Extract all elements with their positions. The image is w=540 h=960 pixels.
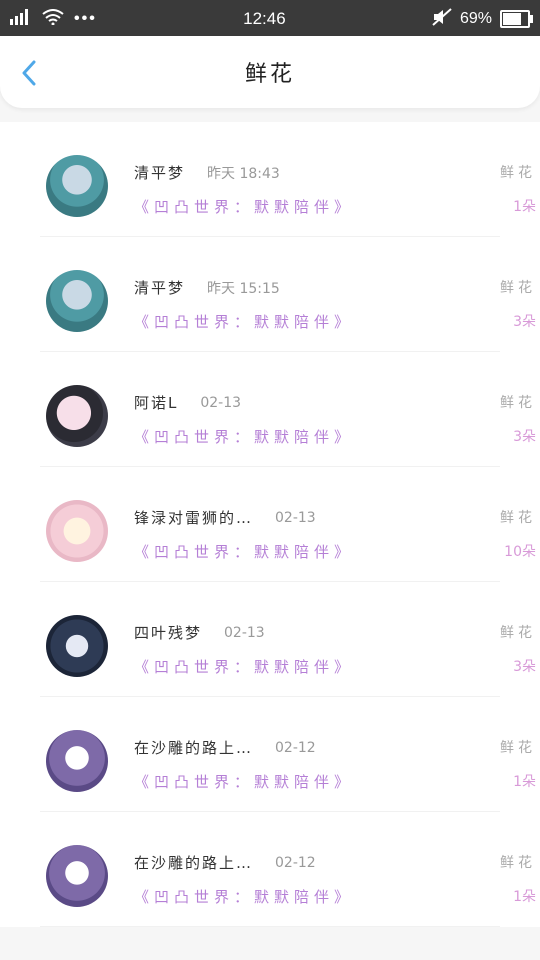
flower-label: 鲜花 <box>500 740 536 756</box>
item-content: 清平梦 昨天 15:15 《凹凸世界：默默陪伴》 <box>134 277 500 332</box>
gift-title[interactable]: 《凹凸世界：默默陪伴》 <box>134 886 500 907</box>
battery-icon <box>499 10 533 28</box>
back-button[interactable] <box>18 60 40 86</box>
signal-icon <box>10 8 32 30</box>
battery-percent: 69% <box>459 10 492 27</box>
flower-count: 10朵 <box>504 544 536 560</box>
item-content: 四叶残梦 02-13 《凹凸世界：默默陪伴》 <box>134 622 500 677</box>
flower-info: 鲜花 3朵 <box>500 622 536 676</box>
flower-count: 3朵 <box>513 659 536 675</box>
gift-title[interactable]: 《凹凸世界：默默陪伴》 <box>134 656 500 677</box>
avatar[interactable] <box>46 615 108 677</box>
chevron-left-icon <box>22 60 36 86</box>
item-content: 锋渌对雷狮的… 02-13 《凹凸世界：默默陪伴》 <box>134 507 500 562</box>
user-name[interactable]: 清平梦 <box>134 162 185 183</box>
mute-icon <box>432 7 452 31</box>
status-left: ••• <box>10 8 97 30</box>
status-bar: ••• 12:46 69% <box>0 0 540 38</box>
timestamp: 02-13 <box>224 624 265 641</box>
status-right: 69% <box>432 7 533 31</box>
flower-label: 鲜花 <box>500 280 536 296</box>
list-item[interactable]: 在沙雕的路上… 02-12 《凹凸世界：默默陪伴》 鲜花 1朵 <box>40 697 536 812</box>
flower-label: 鲜花 <box>500 855 536 871</box>
timestamp: 02-13 <box>275 509 316 526</box>
list-item[interactable]: 在沙雕的路上… 02-12 《凹凸世界：默默陪伴》 鲜花 1朵 <box>40 812 536 927</box>
flower-info: 鲜花 3朵 <box>500 392 536 446</box>
header: 鲜花 <box>0 36 540 108</box>
flower-label: 鲜花 <box>500 165 536 181</box>
timestamp: 昨天 15:15 <box>207 280 280 297</box>
timestamp: 02-12 <box>275 854 316 871</box>
user-name[interactable]: 在沙雕的路上… <box>134 852 253 873</box>
page-title: 鲜花 <box>244 62 295 87</box>
flower-count: 1朵 <box>513 889 536 905</box>
user-name[interactable]: 在沙雕的路上… <box>134 737 253 758</box>
list-item[interactable]: 清平梦 昨天 18:43 《凹凸世界：默默陪伴》 鲜花 1朵 <box>40 122 536 237</box>
user-name[interactable]: 锋渌对雷狮的… <box>134 507 253 528</box>
flower-label: 鲜花 <box>500 395 536 411</box>
user-name[interactable]: 阿诺L <box>134 392 178 413</box>
list-item[interactable]: 锋渌对雷狮的… 02-13 《凹凸世界：默默陪伴》 鲜花 10朵 <box>40 467 536 582</box>
more-dots: ••• <box>74 10 97 27</box>
user-name[interactable]: 清平梦 <box>134 277 185 298</box>
gift-title[interactable]: 《凹凸世界：默默陪伴》 <box>134 196 500 217</box>
avatar[interactable] <box>46 730 108 792</box>
flower-info: 鲜花 10朵 <box>500 507 536 561</box>
avatar[interactable] <box>46 500 108 562</box>
timestamp: 昨天 18:43 <box>207 165 280 182</box>
gift-title[interactable]: 《凹凸世界：默默陪伴》 <box>134 771 500 792</box>
flower-info: 鲜花 3朵 <box>500 277 536 331</box>
avatar[interactable] <box>46 845 108 907</box>
item-content: 在沙雕的路上… 02-12 《凹凸世界：默默陪伴》 <box>134 737 500 792</box>
item-content: 在沙雕的路上… 02-12 《凹凸世界：默默陪伴》 <box>134 852 500 907</box>
flower-info: 鲜花 1朵 <box>500 162 536 216</box>
gift-title[interactable]: 《凹凸世界：默默陪伴》 <box>134 426 500 447</box>
list-item[interactable]: 清平梦 昨天 15:15 《凹凸世界：默默陪伴》 鲜花 3朵 <box>40 237 536 352</box>
timestamp: 02-13 <box>200 394 242 411</box>
list-item[interactable]: 四叶残梦 02-13 《凹凸世界：默默陪伴》 鲜花 3朵 <box>40 582 536 697</box>
flower-count: 3朵 <box>513 314 536 330</box>
list-item[interactable]: 阿诺L 02-13 《凹凸世界：默默陪伴》 鲜花 3朵 <box>40 352 536 467</box>
flower-label: 鲜花 <box>500 625 536 641</box>
avatar[interactable] <box>46 155 108 217</box>
avatar[interactable] <box>46 385 108 447</box>
gift-title[interactable]: 《凹凸世界：默默陪伴》 <box>134 541 500 562</box>
flower-count: 3朵 <box>513 429 536 445</box>
timestamp: 02-12 <box>275 739 316 756</box>
wifi-icon <box>42 8 64 30</box>
user-name[interactable]: 四叶残梦 <box>134 622 202 643</box>
item-content: 阿诺L 02-13 《凹凸世界：默默陪伴》 <box>134 392 500 447</box>
flower-info: 鲜花 1朵 <box>500 852 536 906</box>
status-time: 12:46 <box>243 9 286 28</box>
avatar[interactable] <box>46 270 108 332</box>
flower-count: 1朵 <box>513 774 536 790</box>
item-content: 清平梦 昨天 18:43 《凹凸世界：默默陪伴》 <box>134 162 500 217</box>
flower-info: 鲜花 1朵 <box>500 737 536 791</box>
flower-label: 鲜花 <box>500 510 536 526</box>
flower-list: 清平梦 昨天 18:43 《凹凸世界：默默陪伴》 鲜花 1朵 清平梦 昨天 15… <box>0 122 540 927</box>
flower-count: 1朵 <box>513 199 536 215</box>
gift-title[interactable]: 《凹凸世界：默默陪伴》 <box>134 311 500 332</box>
